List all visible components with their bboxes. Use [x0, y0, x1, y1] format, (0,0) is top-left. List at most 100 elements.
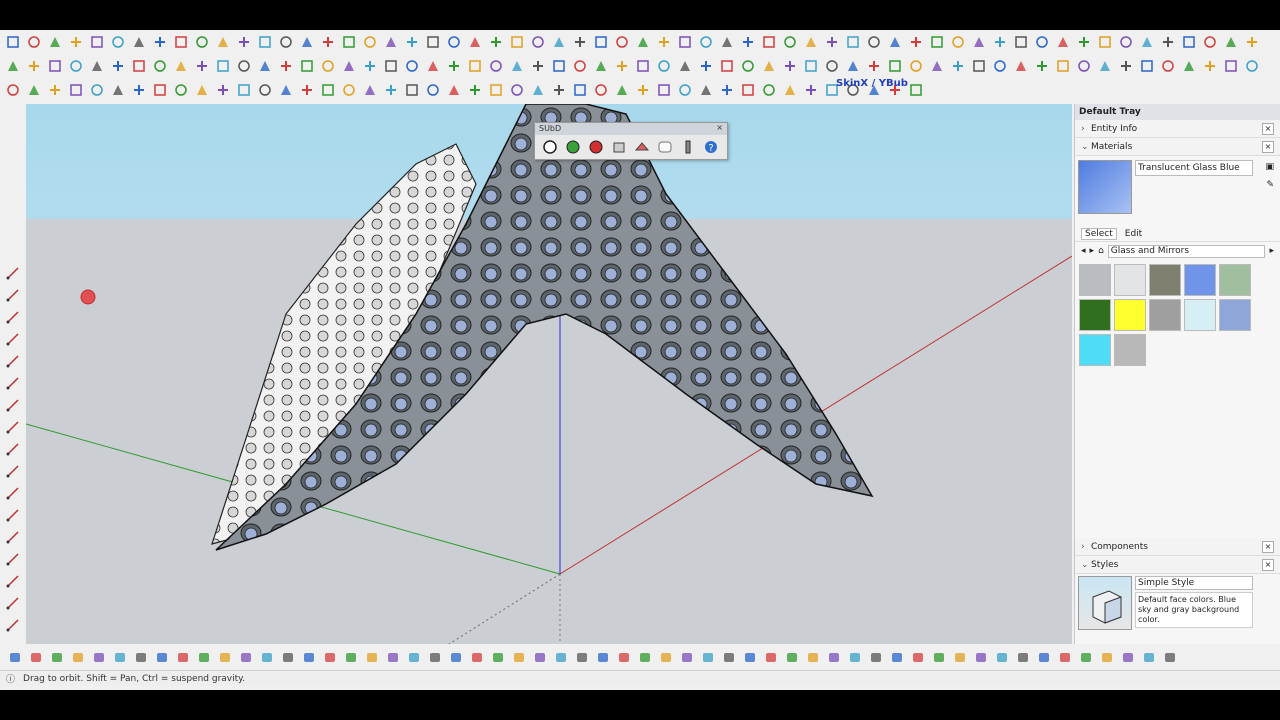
tool-icon[interactable]: [634, 33, 652, 51]
tool-icon[interactable]: [928, 33, 946, 51]
material-swatch[interactable]: [1149, 299, 1181, 331]
tool-icon[interactable]: [424, 33, 442, 51]
guide-point[interactable]: [80, 289, 96, 305]
subd-help-icon[interactable]: ?: [702, 138, 720, 156]
tool-icon[interactable]: [172, 33, 190, 51]
tool-icon[interactable]: [802, 33, 820, 51]
tool-icon[interactable]: [1054, 33, 1072, 51]
close-icon[interactable]: ×: [1262, 141, 1274, 153]
tool-icon[interactable]: [109, 33, 127, 51]
info-icon[interactable]: ⓘ: [6, 672, 15, 685]
tool-icon[interactable]: [67, 57, 85, 75]
bottom-tool-icon[interactable]: [426, 648, 444, 666]
tool-icon[interactable]: [802, 81, 820, 99]
bottom-tool-icon[interactable]: [1035, 648, 1053, 666]
bottom-tool-icon[interactable]: [615, 648, 633, 666]
tool-icon[interactable]: [613, 81, 631, 99]
tool-icon[interactable]: [781, 33, 799, 51]
bottom-tool-icon[interactable]: [69, 648, 87, 666]
left-tool-icon[interactable]: [4, 572, 22, 590]
tool-icon[interactable]: [214, 57, 232, 75]
bottom-tool-icon[interactable]: [657, 648, 675, 666]
material-name-field[interactable]: Translucent Glass Blue: [1135, 160, 1253, 176]
tool-icon[interactable]: [382, 33, 400, 51]
bottom-tool-icon[interactable]: [342, 648, 360, 666]
tool-icon[interactable]: [970, 33, 988, 51]
tool-icon[interactable]: [130, 57, 148, 75]
tool-icon[interactable]: [130, 81, 148, 99]
tool-icon[interactable]: [865, 33, 883, 51]
left-tool-icon[interactable]: [4, 528, 22, 546]
tool-icon[interactable]: [718, 33, 736, 51]
tool-icon[interactable]: [508, 33, 526, 51]
tool-icon[interactable]: [550, 81, 568, 99]
tool-icon[interactable]: [550, 33, 568, 51]
tool-icon[interactable]: [424, 57, 442, 75]
tool-icon[interactable]: [781, 81, 799, 99]
tool-icon[interactable]: [487, 81, 505, 99]
tool-icon[interactable]: [424, 81, 442, 99]
tool-icon[interactable]: [907, 57, 925, 75]
tool-icon[interactable]: [844, 57, 862, 75]
tool-icon[interactable]: [823, 57, 841, 75]
bottom-tool-icon[interactable]: [48, 648, 66, 666]
bottom-tool-icon[interactable]: [531, 648, 549, 666]
tool-icon[interactable]: [1054, 57, 1072, 75]
tool-icon[interactable]: [613, 57, 631, 75]
left-tool-icon[interactable]: [4, 550, 22, 568]
tool-icon[interactable]: [865, 57, 883, 75]
bottom-tool-icon[interactable]: [216, 648, 234, 666]
tool-icon[interactable]: [1201, 33, 1219, 51]
tool-icon[interactable]: [529, 81, 547, 99]
tool-icon[interactable]: [67, 81, 85, 99]
bottom-tool-icon[interactable]: [489, 648, 507, 666]
bottom-tool-icon[interactable]: [384, 648, 402, 666]
tool-icon[interactable]: [718, 81, 736, 99]
tool-icon[interactable]: [697, 33, 715, 51]
tool-icon[interactable]: [718, 57, 736, 75]
tool-icon[interactable]: [298, 81, 316, 99]
sample-paint-icon[interactable]: ✎: [1266, 180, 1274, 190]
tool-icon[interactable]: [949, 57, 967, 75]
bottom-tool-icon[interactable]: [363, 648, 381, 666]
styles-header[interactable]: ⌄ Styles ×: [1075, 556, 1280, 574]
tool-icon[interactable]: [67, 33, 85, 51]
tool-icon[interactable]: [529, 33, 547, 51]
tool-icon[interactable]: [151, 81, 169, 99]
tool-icon[interactable]: [466, 81, 484, 99]
tool-icon[interactable]: [1096, 33, 1114, 51]
left-tool-icon[interactable]: [4, 374, 22, 392]
skinx-plugin-label[interactable]: SkinX / YBub: [836, 78, 908, 89]
bottom-tool-icon[interactable]: [6, 648, 24, 666]
tool-icon[interactable]: [193, 57, 211, 75]
tool-icon[interactable]: [571, 33, 589, 51]
tool-icon[interactable]: [991, 33, 1009, 51]
tool-icon[interactable]: [1117, 33, 1135, 51]
tool-icon[interactable]: [277, 33, 295, 51]
tool-icon[interactable]: [1012, 33, 1030, 51]
tool-icon[interactable]: [277, 57, 295, 75]
material-swatch[interactable]: [1184, 299, 1216, 331]
close-icon[interactable]: ×: [1262, 541, 1274, 553]
left-tool-icon[interactable]: [4, 396, 22, 414]
tool-icon[interactable]: [1180, 33, 1198, 51]
forward-arrow-icon[interactable]: ▸: [1090, 246, 1095, 256]
details-arrow-icon[interactable]: ▸: [1269, 246, 1274, 256]
bottom-tool-icon[interactable]: [741, 648, 759, 666]
tool-icon[interactable]: [151, 57, 169, 75]
tool-icon[interactable]: [382, 57, 400, 75]
tool-icon[interactable]: [88, 81, 106, 99]
tool-icon[interactable]: [340, 33, 358, 51]
bottom-tool-icon[interactable]: [573, 648, 591, 666]
bottom-tool-icon[interactable]: [909, 648, 927, 666]
bottom-tool-icon[interactable]: [174, 648, 192, 666]
bottom-tool-icon[interactable]: [594, 648, 612, 666]
tool-icon[interactable]: [1033, 33, 1051, 51]
left-tool-icon[interactable]: [4, 506, 22, 524]
subd-toolbar[interactable]: SUbD × ?: [534, 122, 728, 160]
tool-icon[interactable]: [1138, 57, 1156, 75]
tool-icon[interactable]: [445, 57, 463, 75]
tab-edit[interactable]: Edit: [1125, 229, 1142, 239]
tool-icon[interactable]: [907, 81, 925, 99]
tool-icon[interactable]: [1075, 33, 1093, 51]
